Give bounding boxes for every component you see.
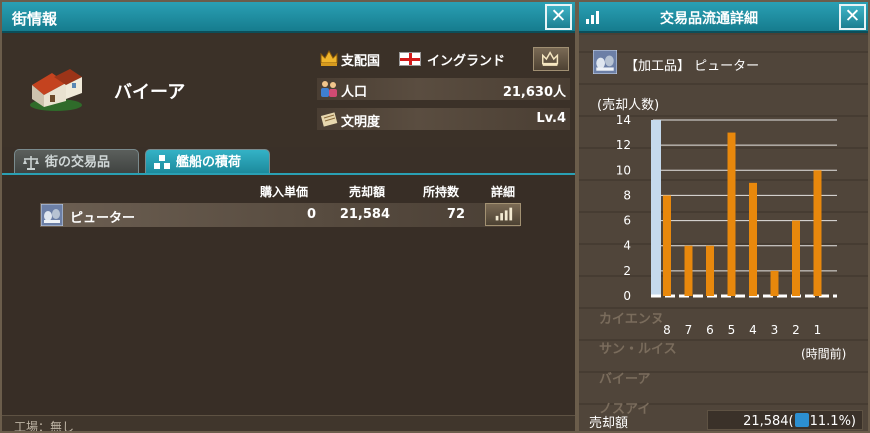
x-tick-label: 6 bbox=[706, 323, 714, 337]
item-quantity: 72 bbox=[446, 207, 465, 222]
x-tick-label: 2 bbox=[792, 323, 800, 337]
civilization-label: 文明度 bbox=[341, 115, 381, 130]
population-value: 21,630人 bbox=[502, 85, 566, 100]
chart-bar bbox=[792, 220, 800, 296]
goods-label: 【加工品】 ピューター bbox=[625, 59, 760, 74]
ruler-detail-button[interactable] bbox=[533, 47, 569, 71]
crown-icon bbox=[320, 49, 338, 66]
trend-up-icon bbox=[794, 413, 809, 427]
city-info-titlebar[interactable]: 街情報 ✕ bbox=[2, 2, 575, 33]
sale-price-box: 21,584( 11.1%) bbox=[707, 410, 863, 430]
chart-bar bbox=[813, 170, 822, 296]
sale-price-label: 売却額 bbox=[589, 416, 629, 431]
scroll-icon bbox=[320, 112, 338, 127]
sale-price-amount: 21,584( bbox=[743, 414, 794, 429]
chart-bar bbox=[684, 245, 693, 296]
header-sell-price: 売却額 bbox=[349, 185, 386, 199]
header-quantity: 所持数 bbox=[423, 185, 460, 199]
pewter-goods-icon bbox=[41, 204, 63, 226]
y-tick-label: 6 bbox=[623, 214, 631, 228]
city-house-icon bbox=[30, 69, 82, 111]
population-row: 人口 21,630人 bbox=[317, 78, 570, 100]
window-title: 街情報 bbox=[12, 10, 58, 28]
ruler-row: 支配国 イングランド bbox=[317, 47, 570, 71]
x-tick-label: 5 bbox=[728, 323, 736, 337]
chart-bar bbox=[770, 270, 779, 296]
chart-bar bbox=[727, 132, 736, 296]
y-tick-label: 14 bbox=[616, 113, 631, 127]
close-button[interactable]: ✕ bbox=[839, 4, 866, 30]
civilization-row: 文明度 Lv.4 bbox=[317, 108, 570, 130]
x-tick-label: 8 bbox=[663, 323, 671, 337]
x-tick-label: 4 bbox=[749, 323, 757, 337]
item-sell-price: 21,584 bbox=[339, 207, 390, 222]
civilization-value: Lv.4 bbox=[536, 111, 566, 126]
x-tick-label: 1 bbox=[814, 323, 822, 337]
people-icon bbox=[321, 81, 337, 97]
tab-bar: 街の交易品 艦船の積荷 bbox=[2, 147, 575, 175]
tab-city-goods[interactable]: 街の交易品 bbox=[14, 149, 139, 175]
y-tick-label: 8 bbox=[623, 188, 631, 202]
chart-bar bbox=[749, 182, 757, 296]
bar-chart-icon bbox=[495, 207, 513, 221]
city-header: バイーア 支配国 イングランド 人口 21,630人 文明度 Lv.4 bbox=[2, 35, 575, 147]
city-info-window: 街情報 ✕ バイーア 支配国 イングランド 人口 21,630人 文明度 Lv.… bbox=[0, 0, 577, 433]
chart-bar bbox=[706, 245, 714, 296]
tab-ship-cargo-label: 艦船の積荷 bbox=[176, 155, 242, 170]
england-flag-icon bbox=[399, 52, 421, 66]
item-name: ピューター bbox=[70, 211, 136, 226]
list-item: バイーア bbox=[599, 372, 651, 387]
y-tick-label: 10 bbox=[616, 163, 631, 177]
chart-x-axis-label: (時間前) bbox=[801, 347, 847, 361]
factory-status: 工場：無し bbox=[14, 420, 75, 433]
chart-highlight-bar bbox=[651, 120, 661, 296]
y-tick-label: 12 bbox=[616, 138, 631, 152]
detail-button[interactable] bbox=[485, 203, 521, 226]
y-tick-label: 2 bbox=[623, 264, 631, 278]
cargo-table: 購入単価 売却額 所持数 詳細 ピューター 0 21,584 72 bbox=[2, 175, 575, 415]
x-tick-label: 7 bbox=[685, 323, 693, 337]
table-row[interactable]: ピューター 0 21,584 72 bbox=[40, 203, 521, 227]
chart-bar bbox=[663, 195, 671, 296]
pewter-goods-icon bbox=[593, 50, 617, 74]
sales-bar-chart: 024681012148 7 6 5 4 3 2 1 bbox=[616, 113, 837, 337]
boxes-icon bbox=[154, 155, 170, 169]
y-tick-label: 0 bbox=[623, 289, 631, 303]
sale-price-value: 21,584( 11.1%) bbox=[743, 413, 856, 429]
footer-bar: 工場：無し bbox=[2, 415, 575, 433]
close-button[interactable]: ✕ bbox=[545, 4, 572, 30]
city-name: バイーア bbox=[114, 82, 186, 103]
sale-price-row: 売却額 21,584( 11.1%) bbox=[579, 407, 868, 431]
window-title: 交易品流通詳細 bbox=[660, 11, 758, 27]
ruler-country: イングランド bbox=[427, 54, 506, 69]
item-buy-price: 0 bbox=[306, 207, 316, 222]
crown-outline-icon bbox=[542, 51, 559, 66]
population-label: 人口 bbox=[341, 85, 368, 100]
header-buy-price: 購入単価 bbox=[260, 185, 309, 199]
trade-detail-window: 交易品流通詳細 ✕ カイエンヌ サン・ルイス バイーア ノスアイ 【加工品】 ピ… bbox=[577, 0, 870, 433]
trade-detail-titlebar[interactable]: 交易品流通詳細 ✕ bbox=[579, 2, 868, 33]
x-tick-label: 3 bbox=[771, 323, 779, 337]
header-detail: 詳細 bbox=[491, 185, 516, 199]
y-tick-label: 4 bbox=[623, 239, 631, 253]
scales-icon bbox=[23, 156, 39, 170]
tab-city-goods-label: 街の交易品 bbox=[45, 155, 111, 170]
sale-price-percent: 11.1%) bbox=[809, 414, 856, 429]
ruler-label: 支配国 bbox=[341, 54, 381, 69]
tab-ship-cargo[interactable]: 艦船の積荷 bbox=[145, 149, 270, 175]
